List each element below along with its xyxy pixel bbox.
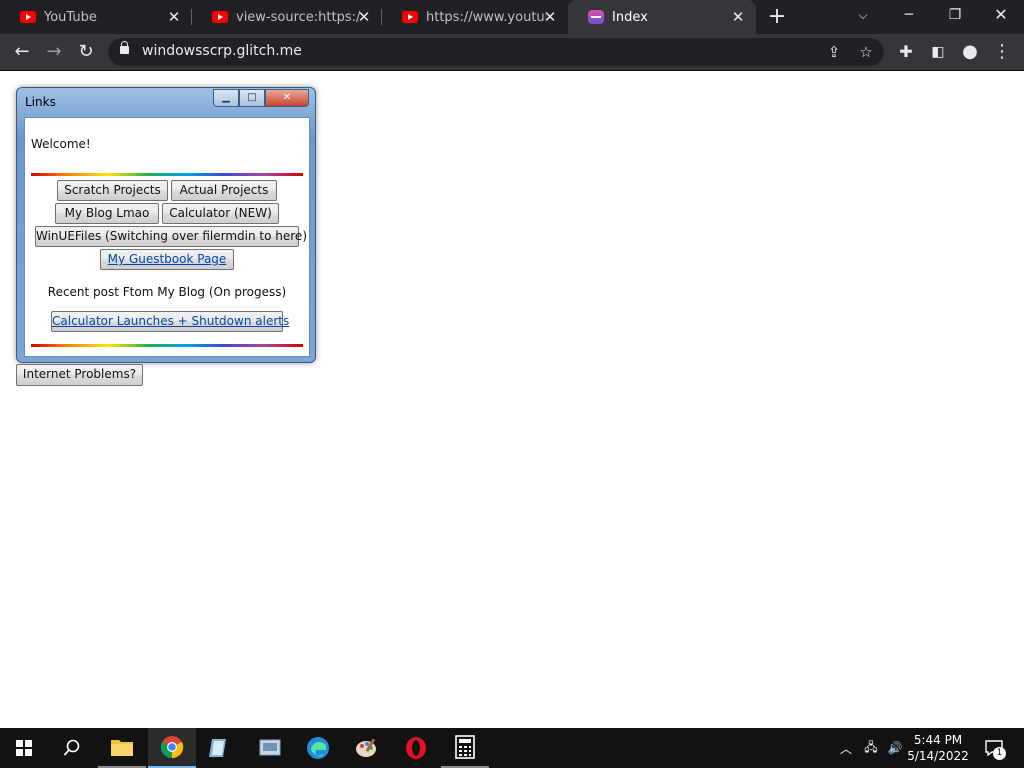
avatar-icon: ● (962, 41, 978, 62)
arrow-left-icon: ← (14, 41, 30, 62)
close-window-button[interactable]: ✕ (978, 0, 1024, 30)
window-close-button[interactable]: ✕ (265, 89, 309, 107)
windows-start-icon (16, 740, 32, 756)
reload-button[interactable]: ↻ (73, 39, 99, 65)
internet-problems-button[interactable]: Internet Problems? (16, 364, 143, 386)
chevron-up-icon: ︿ (839, 741, 852, 756)
rainbow-divider (31, 344, 303, 347)
plus-icon: + (767, 4, 787, 29)
kebab-menu-icon: ⋮ (993, 41, 1011, 62)
my-blog-button[interactable]: My Blog Lmao (55, 203, 159, 224)
tab-youtube-url[interactable]: https://www.youtube.c ✕ (382, 0, 568, 34)
close-tab-icon[interactable]: ✕ (356, 9, 372, 25)
show-hidden-icons-button[interactable]: ︿ (836, 728, 856, 768)
chrome-icon (160, 736, 184, 759)
address-bar[interactable]: windowsscrp.glitch.me ⇪ ☆ (108, 38, 884, 66)
close-tab-icon[interactable]: ✕ (542, 9, 558, 25)
file-explorer-button[interactable] (98, 728, 146, 768)
edge-button[interactable] (294, 728, 342, 768)
paint-button[interactable] (343, 728, 391, 768)
close-icon: ✕ (282, 92, 292, 103)
side-panel-icon: ◧ (931, 44, 945, 60)
close-icon: ✕ (994, 5, 1008, 24)
url-text: windowsscrp.glitch.me (142, 43, 302, 59)
close-tab-icon[interactable]: ✕ (730, 9, 746, 25)
clock-date: 5/14/2022 (907, 749, 969, 763)
notebook-app-icon (209, 739, 226, 757)
youtube-icon (20, 11, 36, 23)
calculator-button[interactable]: Calculator (NEW) (162, 203, 279, 224)
calculator-app-button[interactable] (441, 728, 489, 768)
network-icon: 🖧 (864, 739, 878, 754)
window-title: Links (25, 95, 56, 109)
minimize-button[interactable]: ─ (886, 0, 932, 30)
welcome-text: Welcome! (31, 137, 91, 151)
restore-icon: ❐ (948, 7, 962, 23)
tab-title: view-source:https://ww (236, 9, 360, 25)
recent-post-link-button[interactable]: Calculator Launches + Shutdown alerts (51, 311, 289, 332)
opera-button[interactable] (392, 728, 440, 768)
side-panel-button[interactable]: ◧ (925, 39, 951, 65)
network-button[interactable]: 🖧 (860, 728, 882, 768)
minimize-icon: ─ (904, 7, 914, 23)
scratch-projects-button[interactable]: Scratch Projects (57, 180, 168, 201)
opera-icon (406, 737, 426, 759)
tab-title: https://www.youtube.c (426, 9, 546, 25)
browser-tab-strip: YouTube ✕ view-source:https://ww ✕ https… (0, 0, 1024, 34)
chrome-button[interactable] (148, 728, 196, 768)
youtube-icon (402, 11, 418, 23)
start-button[interactable] (0, 728, 48, 768)
tab-youtube[interactable]: YouTube ✕ (0, 0, 192, 34)
extensions-button[interactable]: ✚ (893, 39, 919, 65)
window-body: Welcome! Scratch Projects Actual Project… (24, 117, 310, 357)
window-controls: ▁ □ ✕ (213, 89, 309, 108)
speaker-icon: 🔊 (887, 741, 903, 755)
minimize-icon: ▁ (222, 92, 230, 103)
rainbow-divider (31, 173, 303, 176)
notification-count-badge: 1 (993, 747, 1006, 760)
new-tab-button[interactable]: + (766, 6, 788, 28)
puzzle-icon: ✚ (899, 42, 913, 61)
volume-button[interactable]: 🔊 (884, 728, 906, 768)
calculator-icon (455, 735, 475, 759)
clock-time: 5:44 PM (913, 733, 963, 747)
edge-icon (307, 737, 329, 759)
recent-post-label: Recent post Ftom My Blog (On progess) (47, 285, 287, 299)
close-tab-icon[interactable]: ✕ (166, 9, 182, 25)
share-icon[interactable]: ⇪ (822, 40, 846, 64)
forward-button[interactable]: → (41, 39, 67, 65)
window-minimize-button[interactable]: ▁ (213, 89, 239, 107)
maximize-icon: □ (247, 92, 257, 103)
menu-button[interactable]: ⋮ (989, 39, 1015, 65)
youtube-icon (212, 11, 228, 23)
app-button[interactable] (246, 728, 294, 768)
links-window: Links ▁ □ ✕ Welcome! Scratch Projects Ac… (16, 87, 316, 363)
control-panel-icon (259, 739, 281, 756)
folder-icon (111, 740, 133, 756)
actual-projects-button[interactable]: Actual Projects (171, 180, 277, 201)
back-button[interactable]: ← (9, 39, 35, 65)
bookmark-star-icon[interactable]: ☆ (854, 40, 878, 64)
guestbook-button[interactable]: My Guestbook Page (100, 249, 234, 270)
tab-search-button[interactable]: ⌵ (840, 0, 886, 30)
search-icon (63, 739, 80, 756)
app-button[interactable] (196, 728, 244, 768)
notifications-button[interactable]: 1 (980, 728, 1008, 768)
taskbar-clock[interactable]: 5:44 PM 5/14/2022 (905, 732, 971, 764)
reload-icon: ↻ (78, 41, 94, 62)
paint-palette-icon (356, 738, 376, 757)
lock-icon (120, 41, 129, 54)
tab-view-source[interactable]: view-source:https://ww ✕ (192, 0, 382, 34)
taskbar: ︿ 🖧 🔊 5:44 PM 5/14/2022 1 (0, 728, 1024, 768)
profile-button[interactable]: ● (957, 39, 983, 65)
browser-toolbar: ← → ↻ windowsscrp.glitch.me ⇪ ☆ ✚ ◧ ● ⋮ (0, 34, 1024, 71)
search-button[interactable] (48, 728, 96, 768)
arrow-right-icon: → (46, 41, 62, 62)
tab-index[interactable]: Index ✕ (568, 0, 756, 34)
site-icon (588, 10, 604, 24)
winuefiles-button[interactable]: WinUEFiles (Switching over filermdin to … (35, 226, 307, 247)
restore-button[interactable]: ❐ (932, 0, 978, 30)
chevron-down-icon: ⌵ (858, 8, 868, 22)
window-maximize-button[interactable]: □ (239, 89, 265, 107)
